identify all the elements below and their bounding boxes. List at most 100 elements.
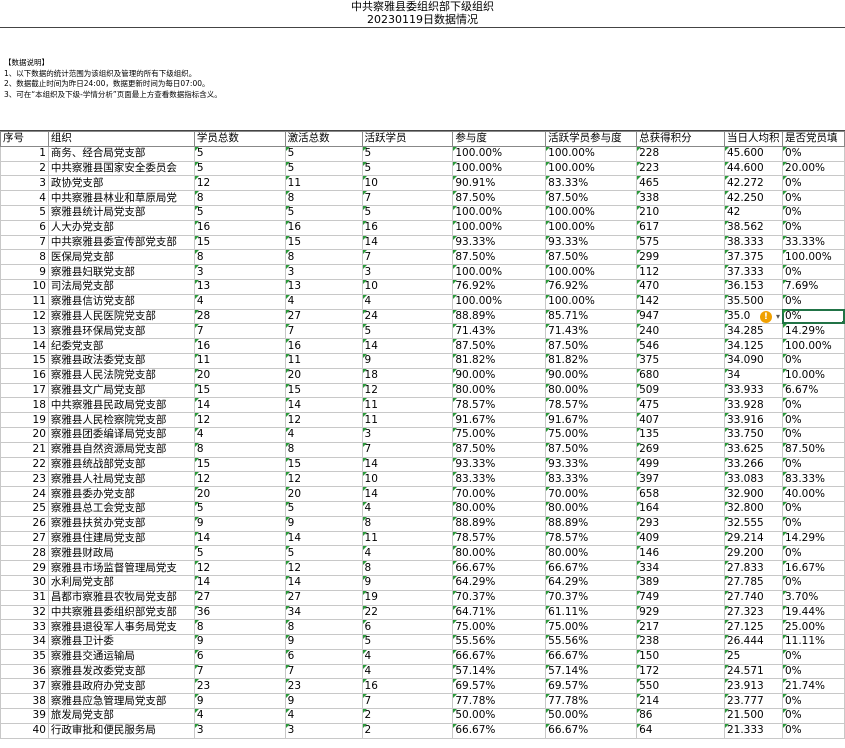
col-activated-cell[interactable]: 5 (284, 204, 363, 221)
col-party-member-fill-cell[interactable]: 11.11% (781, 634, 845, 650)
col-activated-cell[interactable]: 27 (284, 589, 363, 606)
col-active-participation-cell[interactable]: 80.00% (545, 545, 638, 562)
col-total-points-cell[interactable]: 929 (636, 604, 725, 621)
col-activated-cell[interactable]: 3 (284, 264, 363, 280)
col-active-members-cell[interactable]: 5 (361, 145, 454, 162)
col-party-member-fill-cell[interactable]: 20.00% (781, 160, 845, 177)
col-active-members-cell[interactable]: 8 (361, 560, 454, 576)
col-total-points-cell[interactable]: 228 (636, 145, 725, 162)
col-active-members-cell[interactable]: 10 (361, 471, 454, 488)
col-organization-cell[interactable]: 昌都市察雅县农牧局党支部 (47, 589, 195, 606)
col-participation-cell[interactable]: 77.78% (452, 693, 547, 710)
col-participation-cell[interactable]: 80.00% (452, 500, 547, 517)
col-avg-points-cell[interactable]: 42.272 (723, 175, 783, 192)
col-avg-points-cell[interactable]: 23.777 (723, 693, 783, 710)
col-total-members-cell[interactable]: 9 (193, 634, 286, 650)
col-index-cell[interactable]: 16 (0, 367, 49, 384)
col-active-members-cell[interactable]: 14 (361, 456, 454, 473)
col-active-members-cell[interactable]: 11 (361, 397, 454, 414)
col-activated-cell[interactable]: 8 (284, 441, 363, 458)
col-avg-points-cell[interactable]: 33.750 (723, 426, 783, 443)
col-organization-cell[interactable]: 水利局党支部 (47, 574, 195, 591)
col-active-participation-cell[interactable]: 100.00% (545, 293, 638, 310)
col-active-members-cell[interactable]: 11 (361, 530, 454, 547)
col-index-cell[interactable]: 13 (0, 323, 49, 340)
col-activated-cell[interactable]: 3 (284, 722, 363, 739)
col-organization-cell[interactable]: 察雅县团委编译局党支部 (47, 426, 195, 443)
col-total-points-cell[interactable]: 146 (636, 545, 725, 562)
col-activated-cell[interactable]: 5 (284, 145, 363, 162)
col-party-member-fill-cell[interactable]: 33.33% (781, 234, 845, 251)
col-avg-points-cell[interactable]: 44.600 (723, 160, 783, 177)
col-activated-cell[interactable]: 8 (284, 619, 363, 636)
col-organization-cell[interactable]: 医保局党支部 (47, 249, 195, 266)
col-participation-cell[interactable]: 83.33% (452, 471, 547, 488)
col-total-points-cell[interactable]: 546 (636, 338, 725, 354)
col-participation-cell[interactable]: 80.00% (452, 382, 547, 399)
col-organization-cell[interactable]: 察雅县交通运输局 (47, 648, 195, 665)
col-party-member-fill-cell[interactable]: 0% (781, 175, 845, 192)
col-total-points-cell[interactable]: 680 (636, 367, 725, 384)
col-organization-header[interactable]: 组织 (47, 131, 195, 147)
col-total-members-cell[interactable]: 9 (193, 693, 286, 710)
col-total-members-cell[interactable]: 13 (193, 278, 286, 295)
col-active-members-cell[interactable]: 5 (361, 204, 454, 221)
col-index-cell[interactable]: 33 (0, 619, 49, 636)
col-total-points-cell[interactable]: 150 (636, 648, 725, 665)
col-index-cell[interactable]: 26 (0, 515, 49, 532)
col-avg-points-cell[interactable]: 33.083 (723, 471, 783, 488)
col-total-members-cell[interactable]: 8 (193, 619, 286, 636)
col-organization-cell[interactable]: 中共察雅县国家安全委员会 (47, 160, 195, 177)
col-total-members-cell[interactable]: 5 (193, 500, 286, 517)
col-activated-cell[interactable]: 5 (284, 545, 363, 562)
col-active-participation-cell[interactable]: 69.57% (545, 678, 638, 695)
col-organization-cell[interactable]: 商务、经合局党支部 (47, 145, 195, 162)
col-party-member-fill-cell[interactable]: 0% (781, 545, 845, 562)
col-total-members-cell[interactable]: 12 (193, 471, 286, 488)
col-party-member-fill-cell[interactable]: 0% (781, 515, 845, 532)
col-party-member-fill-cell[interactable]: 0% (781, 293, 845, 310)
col-avg-points-cell[interactable]: 27.740 (723, 589, 783, 606)
col-total-points-cell[interactable]: 223 (636, 160, 725, 177)
col-index-cell[interactable]: 25 (0, 500, 49, 517)
col-activated-cell[interactable]: 14 (284, 574, 363, 591)
col-party-member-fill-cell[interactable]: 87.50% (781, 441, 845, 458)
col-index-cell[interactable]: 4 (0, 190, 49, 206)
col-activated-cell[interactable]: 12 (284, 560, 363, 576)
col-index-cell[interactable]: 3 (0, 175, 49, 192)
col-total-members-cell[interactable]: 14 (193, 530, 286, 547)
col-active-members-cell[interactable]: 2 (361, 708, 454, 724)
col-total-members-cell[interactable]: 20 (193, 367, 286, 384)
col-active-members-cell[interactable]: 4 (361, 648, 454, 665)
col-avg-points-cell[interactable]: 33.916 (723, 412, 783, 428)
col-party-member-fill-cell[interactable]: 19.44% (781, 604, 845, 621)
exclamation-warning-icon[interactable]: ! (759, 310, 772, 323)
col-active-participation-cell[interactable]: 70.00% (545, 486, 638, 502)
col-total-points-cell[interactable]: 334 (636, 560, 725, 576)
col-organization-cell[interactable]: 察雅县政府办党支部 (47, 678, 195, 695)
col-organization-cell[interactable]: 察雅县退役军人事务局党支 (47, 619, 195, 636)
col-activated-cell[interactable]: 15 (284, 234, 363, 251)
col-active-participation-cell[interactable]: 87.50% (545, 190, 638, 206)
col-index-cell[interactable]: 35 (0, 648, 49, 665)
col-participation-header[interactable]: 参与度 (452, 131, 547, 147)
col-total-members-cell[interactable]: 15 (193, 234, 286, 251)
col-index-cell[interactable]: 5 (0, 204, 49, 221)
col-total-members-cell[interactable]: 5 (193, 160, 286, 177)
col-avg-points-cell[interactable]: 27.323 (723, 604, 783, 621)
col-index-cell[interactable]: 32 (0, 604, 49, 621)
col-total-points-cell[interactable]: 550 (636, 678, 725, 695)
col-activated-cell[interactable]: 8 (284, 249, 363, 266)
col-index-cell[interactable]: 23 (0, 471, 49, 488)
col-index-cell[interactable]: 30 (0, 574, 49, 591)
col-participation-cell[interactable]: 69.57% (452, 678, 547, 695)
col-avg-points-cell[interactable]: 27.833 (723, 560, 783, 576)
col-activated-cell[interactable]: 9 (284, 634, 363, 650)
col-party-member-fill-cell[interactable]: 14.29% (781, 323, 845, 340)
col-index-cell[interactable]: 31 (0, 589, 49, 606)
col-activated-cell[interactable]: 14 (284, 397, 363, 414)
col-avg-points-cell[interactable]: 32.800 (723, 500, 783, 517)
col-activated-cell[interactable]: 34 (284, 604, 363, 621)
col-active-participation-cell[interactable]: 66.67% (545, 722, 638, 739)
col-active-members-cell[interactable]: 8 (361, 515, 454, 532)
